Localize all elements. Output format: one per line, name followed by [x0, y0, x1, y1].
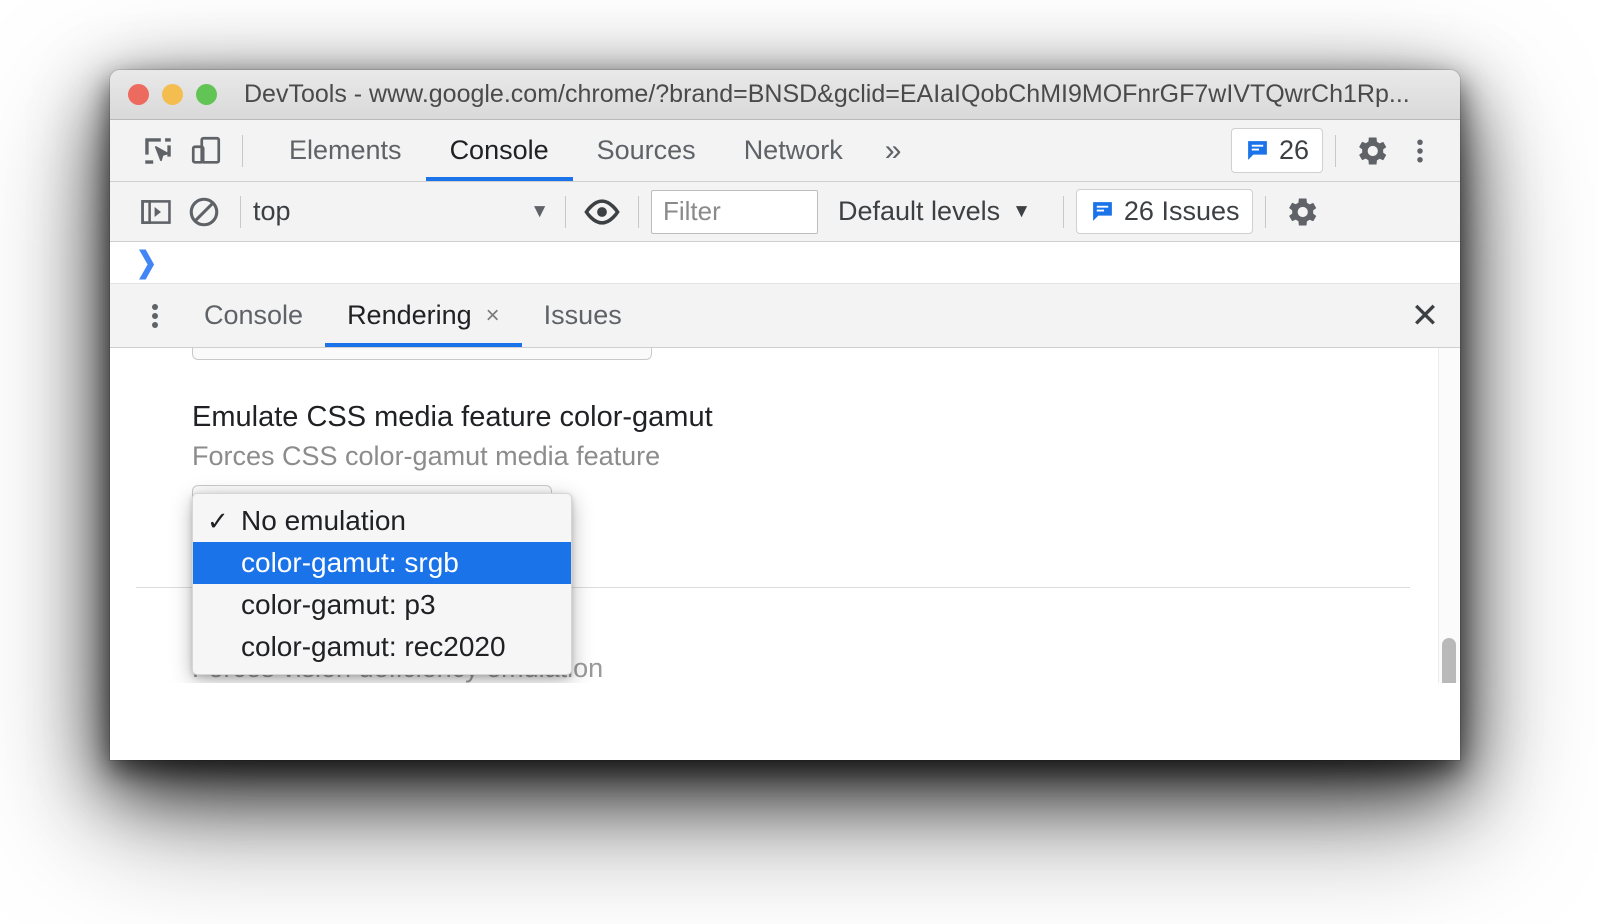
console-sidebar-icon[interactable]: [132, 188, 180, 236]
console-toolbar-divider-1: [240, 195, 241, 228]
tab-network[interactable]: Network: [720, 120, 867, 181]
drawer-tab-issues[interactable]: Issues: [522, 284, 644, 347]
menu-item-color-gamut-p3-label: color-gamut: p3: [241, 589, 436, 620]
execution-context-label: top: [253, 196, 291, 226]
minimize-window-button[interactable]: [162, 84, 183, 105]
close-window-button[interactable]: [128, 84, 149, 105]
devtools-main-toolbar: Elements Console Sources Network » 26: [110, 120, 1460, 182]
menu-item-color-gamut-srgb-label: color-gamut: srgb: [241, 547, 459, 578]
close-icon[interactable]: ×: [486, 303, 500, 328]
checkmark-icon: ✓: [207, 505, 229, 536]
console-toolbar-divider-4: [1062, 195, 1064, 228]
rendering-panel: Emulate CSS media feature color-gamut Fo…: [110, 348, 1460, 683]
close-icon: ✕: [1410, 296, 1440, 335]
menu-item-color-gamut-rec2020-label: color-gamut: rec2020: [241, 631, 506, 662]
more-tabs-icon[interactable]: »: [867, 134, 920, 168]
window-controls: [128, 84, 217, 105]
panel-tab-list: Elements Console Sources Network: [265, 120, 867, 181]
close-drawer-button[interactable]: ✕: [1390, 284, 1460, 347]
filter-placeholder: Filter: [663, 196, 721, 226]
screenshot-stage: DevTools - www.google.com/chrome/?brand=…: [0, 0, 1598, 924]
console-prompt-row[interactable]: ❯: [110, 242, 1460, 284]
window-title-bar: DevTools - www.google.com/chrome/?brand=…: [110, 70, 1460, 120]
live-expression-icon[interactable]: [578, 188, 626, 236]
tab-elements[interactable]: Elements: [265, 120, 426, 181]
console-filter-toolbar: top ▼ Filter Default levels ▼ 26 Issues: [110, 182, 1460, 242]
tab-network-label: Network: [743, 135, 843, 165]
chevron-down-icon: ▼: [1012, 200, 1031, 222]
tab-sources-label: Sources: [596, 135, 696, 165]
console-toolbar-divider-2: [565, 195, 566, 228]
issues-button-label: 26 Issues: [1123, 196, 1240, 226]
menu-item-color-gamut-p3[interactable]: color-gamut: p3: [193, 584, 571, 626]
inspect-element-icon[interactable]: [134, 127, 182, 175]
prompt-chevron-icon: ❯: [136, 246, 157, 279]
color-gamut-setting-description: Forces CSS color-gamut media feature: [192, 441, 661, 471]
more-tabs-glyph: »: [884, 133, 902, 167]
drawer-tab-rendering[interactable]: Rendering ×: [325, 284, 522, 347]
issues-count-label: 26: [1278, 135, 1309, 165]
menu-item-no-emulation[interactable]: ✓ No emulation: [193, 500, 571, 542]
gear-icon[interactable]: [1278, 188, 1326, 236]
menu-item-color-gamut-srgb[interactable]: color-gamut: srgb: [193, 542, 571, 584]
drawer-tab-console-label: Console: [204, 300, 304, 330]
log-level-label: Default levels: [838, 196, 1001, 226]
issues-button[interactable]: 26 Issues: [1075, 189, 1254, 234]
console-toolbar-divider-5: [1265, 195, 1267, 228]
menu-item-color-gamut-rec2020[interactable]: color-gamut: rec2020: [193, 626, 571, 668]
clear-console-icon[interactable]: [180, 188, 228, 236]
execution-context-selector[interactable]: top ▼: [253, 196, 553, 227]
tab-elements-label: Elements: [289, 135, 402, 165]
tab-console-label: Console: [449, 135, 549, 165]
tab-sources[interactable]: Sources: [573, 120, 720, 181]
drawer-menu-icon[interactable]: [128, 284, 182, 347]
drawer-tab-rendering-label: Rendering: [347, 300, 472, 330]
drawer-tab-issues-label: Issues: [543, 300, 622, 330]
scrolled-off-select[interactable]: [192, 348, 652, 360]
rendering-scrollbar[interactable]: [1438, 348, 1460, 683]
color-gamut-setting-title: Emulate CSS media feature color-gamut: [192, 401, 713, 433]
toolbar-divider: [242, 134, 243, 167]
color-gamut-dropdown-menu: ✓ No emulation color-gamut: srgb color-g…: [192, 493, 572, 675]
drawer-tab-bar: Console Rendering × Issues ✕: [110, 284, 1460, 348]
device-toolbar-icon[interactable]: [182, 127, 230, 175]
issues-message-icon: [1248, 141, 1267, 160]
tab-console[interactable]: Console: [425, 120, 573, 181]
drawer-tab-console[interactable]: Console: [182, 284, 325, 347]
filter-input[interactable]: Filter: [651, 189, 818, 234]
toolbar-divider-right: [1335, 134, 1336, 167]
kebab-menu-icon[interactable]: [1396, 127, 1444, 175]
console-toolbar-divider-3: [638, 195, 639, 228]
rendering-scrollbar-thumb[interactable]: [1442, 638, 1456, 683]
issues-count-badge[interactable]: 26: [1230, 128, 1323, 173]
menu-item-no-emulation-label: No emulation: [241, 505, 406, 536]
gear-icon[interactable]: [1348, 127, 1396, 175]
window-title: DevTools - www.google.com/chrome/?brand=…: [244, 80, 1410, 108]
chevron-down-icon: ▼: [530, 200, 549, 222]
issues-message-icon: [1093, 202, 1112, 221]
devtools-window: DevTools - www.google.com/chrome/?brand=…: [110, 70, 1460, 760]
maximize-window-button[interactable]: [196, 84, 217, 105]
log-level-selector[interactable]: Default levels ▼: [818, 196, 1051, 227]
